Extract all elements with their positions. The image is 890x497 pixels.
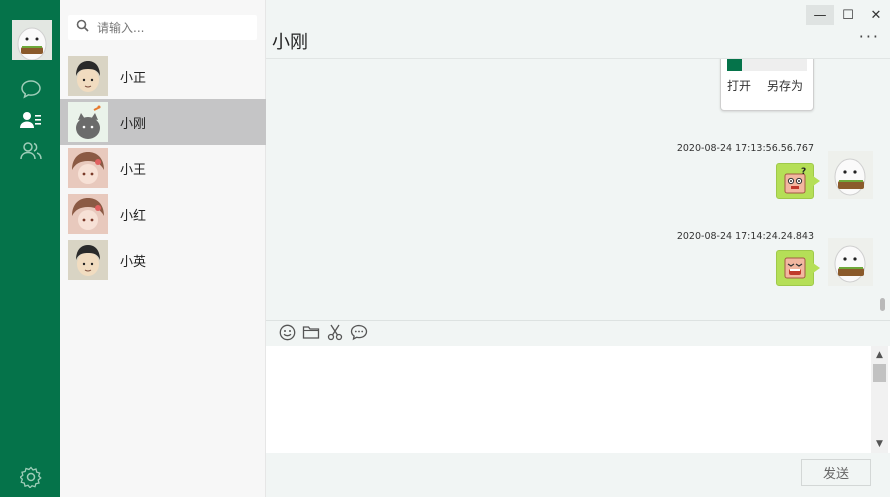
contacts-icon[interactable]	[18, 108, 44, 132]
toolbar-divider	[266, 320, 890, 321]
maximize-button[interactable]: ☐	[834, 5, 862, 25]
search-icon	[76, 19, 89, 36]
scroll-down-icon[interactable]: ▼	[871, 437, 888, 451]
contact-avatar	[68, 56, 108, 96]
my-avatar[interactable]	[12, 20, 52, 60]
chat-bubble-icon[interactable]	[350, 323, 368, 341]
chat-title: 小刚	[272, 32, 308, 53]
contact-item[interactable]: 小英	[60, 237, 266, 283]
message-input-area: ▲ ▼	[266, 346, 890, 453]
open-file-link[interactable]: 打开	[727, 77, 751, 94]
contact-name: 小王	[120, 162, 147, 178]
group-icon[interactable]	[18, 139, 44, 163]
contact-name: 小正	[120, 70, 147, 86]
contact-name: 小红	[120, 208, 147, 224]
message-scrollbar[interactable]	[880, 298, 885, 311]
message-input[interactable]	[266, 346, 866, 453]
file-thumbnail	[727, 59, 807, 71]
contact-item[interactable]: 小红	[60, 191, 266, 237]
save-as-link[interactable]: 另存为	[767, 77, 803, 94]
contact-name: 小英	[120, 254, 147, 270]
contact-avatar	[68, 148, 108, 188]
minimize-button[interactable]: —	[806, 5, 834, 25]
contact-item-active[interactable]: 小刚	[60, 99, 266, 145]
my-message-avatar	[828, 151, 873, 199]
sticker-message[interactable]: ?	[776, 163, 820, 199]
contact-name: 小刚	[120, 116, 147, 132]
confused-face-sticker: ?	[784, 167, 806, 194]
chat-panel: — ☐ ✕ 小刚 ··· 打开 另存为 2020-08-24 17:13:56.…	[266, 0, 890, 497]
message-timestamp: 2020-08-24 17:13:56.56.767	[676, 143, 814, 154]
sticker-message[interactable]	[776, 250, 820, 286]
scroll-up-icon[interactable]: ▲	[871, 348, 888, 362]
file-message-card: 打开 另存为	[720, 59, 814, 111]
input-scrollbar[interactable]: ▲ ▼	[871, 346, 888, 453]
svg-text:?: ?	[801, 167, 806, 177]
scissors-icon[interactable]	[326, 323, 344, 341]
message-list[interactable]: 打开 另存为 2020-08-24 17:13:56.56.767 ? 2020…	[266, 59, 890, 320]
contact-avatar	[68, 102, 108, 142]
search-input[interactable]	[97, 20, 247, 35]
input-toolbar	[278, 323, 368, 341]
contact-panel: 小正 小刚 小王 小红 小英	[60, 0, 266, 497]
nav-rail	[0, 0, 60, 497]
search-box	[68, 15, 257, 40]
contact-avatar	[68, 194, 108, 234]
folder-icon[interactable]	[302, 323, 320, 341]
window-controls: — ☐ ✕	[806, 5, 890, 25]
send-button[interactable]: 发送	[801, 459, 871, 486]
emoji-icon[interactable]	[278, 323, 296, 341]
close-button[interactable]: ✕	[862, 5, 890, 25]
chat-icon[interactable]	[18, 77, 44, 101]
scrollbar-thumb[interactable]	[873, 364, 886, 382]
contact-item[interactable]: 小正	[60, 53, 266, 99]
more-options-button[interactable]: ···	[859, 29, 880, 45]
contact-avatar	[68, 240, 108, 280]
settings-icon[interactable]	[18, 465, 44, 489]
contact-item[interactable]: 小王	[60, 145, 266, 191]
my-message-avatar	[828, 238, 873, 286]
laughing-face-sticker	[784, 257, 806, 279]
message-timestamp: 2020-08-24 17:14:24.24.843	[676, 231, 814, 242]
